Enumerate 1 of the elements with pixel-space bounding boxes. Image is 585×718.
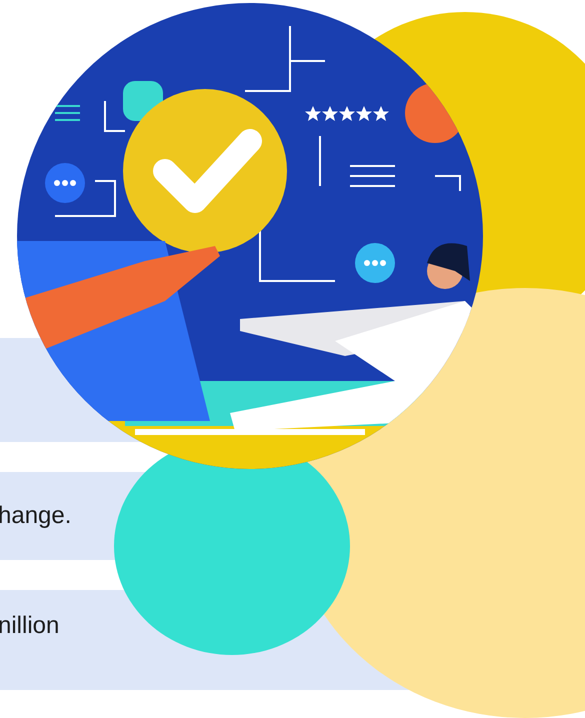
body-text: hange. bbox=[0, 502, 72, 530]
